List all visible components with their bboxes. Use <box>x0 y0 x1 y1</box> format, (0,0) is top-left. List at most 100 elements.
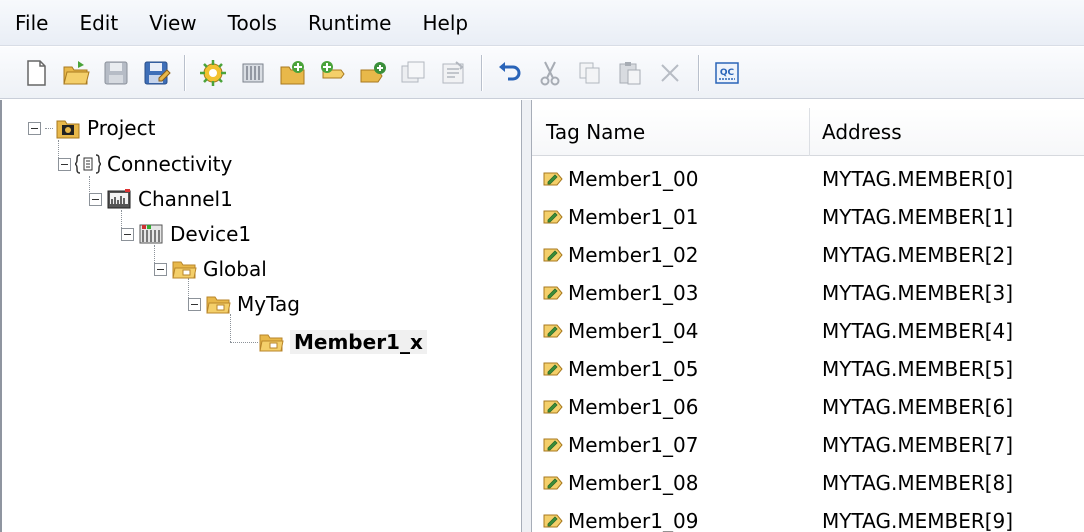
tag-icon <box>543 362 563 376</box>
table-row[interactable]: Member1_05 MYTAG.MEMBER[5] <box>532 350 1084 388</box>
new-tag-button[interactable] <box>313 53 353 93</box>
pane-splitter[interactable] <box>522 100 532 532</box>
save-button[interactable] <box>96 53 136 93</box>
tree-connector <box>230 342 258 343</box>
cut-icon <box>540 61 560 85</box>
collapse-toggle[interactable] <box>89 192 102 206</box>
new-device-button[interactable] <box>233 53 273 93</box>
tag-icon <box>543 248 563 262</box>
table-row[interactable]: Member1_03 MYTAG.MEMBER[3] <box>532 274 1084 312</box>
save-as-button[interactable] <box>136 53 176 93</box>
table-row[interactable]: Member1_00 MYTAG.MEMBER[0] <box>532 160 1084 198</box>
copy-button[interactable] <box>570 53 610 93</box>
toolbar: QC <box>0 47 1084 99</box>
open-button[interactable] <box>56 53 96 93</box>
project-tree[interactable]: Project Connectivity Channel1 Device1 Gl… <box>0 100 522 532</box>
duplicate-icon <box>401 61 425 82</box>
properties-icon <box>442 60 464 83</box>
tree-label-mytag: MyTag <box>237 292 300 316</box>
delete-button[interactable] <box>650 53 690 93</box>
save-as-icon <box>144 61 171 84</box>
quick-client-icon: QC <box>715 61 739 84</box>
tag-name-text: Member1_08 <box>568 471 699 495</box>
column-header-tag-name[interactable]: Tag Name <box>532 107 810 156</box>
cell-address: MYTAG.MEMBER[2] <box>822 243 1014 267</box>
cell-tag-name: Member1_09 <box>532 509 810 532</box>
new-project-button[interactable] <box>16 53 56 93</box>
tree-node-device[interactable]: Device1 <box>121 218 251 250</box>
cell-address: MYTAG.MEMBER[1] <box>822 205 1014 229</box>
tag-name-text: Member1_01 <box>568 205 699 229</box>
new-tag-group-button[interactable] <box>273 53 313 93</box>
channel-icon <box>107 189 131 209</box>
tree-node-member1-x[interactable]: Member1_x <box>258 326 427 358</box>
new-icon <box>27 59 46 86</box>
quick-client-button[interactable]: QC <box>707 53 747 93</box>
new-channel-button[interactable] <box>193 53 233 93</box>
tag-icon <box>543 476 563 490</box>
cell-tag-name: Member1_00 <box>532 167 810 191</box>
tree-node-mytag[interactable]: MyTag <box>188 288 300 320</box>
connectivity-icon <box>75 154 101 174</box>
menu-view[interactable]: View <box>146 9 199 37</box>
table-row[interactable]: Member1_02 MYTAG.MEMBER[2] <box>532 236 1084 274</box>
bulk-tag-button[interactable] <box>353 53 393 93</box>
tag-list[interactable]: Tag Name Address Member1_00 MYTAG.MEMBER[… <box>532 100 1084 532</box>
collapse-toggle[interactable] <box>58 157 71 171</box>
menu-help[interactable]: Help <box>420 9 472 37</box>
tag-name-text: Member1_03 <box>568 281 699 305</box>
properties-button[interactable] <box>433 53 473 93</box>
tag-name-text: Member1_06 <box>568 395 699 419</box>
tree-label-project: Project <box>87 116 156 140</box>
tree-node-channel[interactable]: Channel1 <box>89 183 233 215</box>
tag-icon <box>543 400 563 414</box>
undo-button[interactable] <box>490 53 530 93</box>
tree-node-project[interactable]: Project <box>28 112 155 144</box>
table-row[interactable]: Member1_01 MYTAG.MEMBER[1] <box>532 198 1084 236</box>
bulk-tag-icon <box>360 61 386 82</box>
toolbar-separator <box>481 54 482 91</box>
folder-icon <box>172 261 197 279</box>
table-row[interactable]: Member1_06 MYTAG.MEMBER[6] <box>532 388 1084 426</box>
toolbar-separator <box>184 54 185 91</box>
collapse-toggle[interactable] <box>188 297 201 311</box>
menu-file[interactable]: File <box>12 9 51 37</box>
column-header-address[interactable]: Address <box>810 108 1084 156</box>
cell-address: MYTAG.MEMBER[5] <box>822 357 1014 381</box>
table-row[interactable]: Member1_04 MYTAG.MEMBER[4] <box>532 312 1084 350</box>
paste-icon <box>619 61 641 84</box>
undo-icon <box>499 61 521 80</box>
collapse-toggle[interactable] <box>154 262 167 276</box>
tag-icon <box>543 324 563 338</box>
cell-tag-name: Member1_06 <box>532 395 810 419</box>
tag-icon <box>543 438 563 452</box>
new-tag-icon <box>321 60 345 78</box>
table-row[interactable]: Member1_08 MYTAG.MEMBER[8] <box>532 464 1084 502</box>
menu-tools[interactable]: Tools <box>225 9 280 37</box>
tag-icon <box>543 172 563 186</box>
menu-runtime[interactable]: Runtime <box>305 9 395 37</box>
tree-label-global: Global <box>203 257 267 281</box>
device-icon <box>139 224 163 244</box>
cell-address: MYTAG.MEMBER[8] <box>822 471 1014 495</box>
cell-address: MYTAG.MEMBER[9] <box>822 509 1014 532</box>
collapse-toggle[interactable] <box>121 227 134 241</box>
table-row[interactable]: Member1_09 MYTAG.MEMBER[9] <box>532 502 1084 532</box>
table-row[interactable]: Member1_07 MYTAG.MEMBER[7] <box>532 426 1084 464</box>
folder-icon <box>206 296 231 314</box>
tree-node-connectivity[interactable]: Connectivity <box>58 148 232 180</box>
tree-node-global[interactable]: Global <box>154 253 267 285</box>
tag-name-text: Member1_04 <box>568 319 699 343</box>
quick-client-label: QC <box>720 68 735 78</box>
cell-address: MYTAG.MEMBER[6] <box>822 395 1014 419</box>
tree-label-connectivity: Connectivity <box>107 152 233 176</box>
cut-button[interactable] <box>530 53 570 93</box>
duplicate-button[interactable] <box>393 53 433 93</box>
paste-button[interactable] <box>610 53 650 93</box>
cell-tag-name: Member1_03 <box>532 281 810 305</box>
toolbar-separator <box>698 54 699 91</box>
menu-edit[interactable]: Edit <box>76 9 121 37</box>
cell-tag-name: Member1_02 <box>532 243 810 267</box>
list-header: Tag Name Address <box>532 107 1084 156</box>
collapse-toggle[interactable] <box>28 121 41 135</box>
